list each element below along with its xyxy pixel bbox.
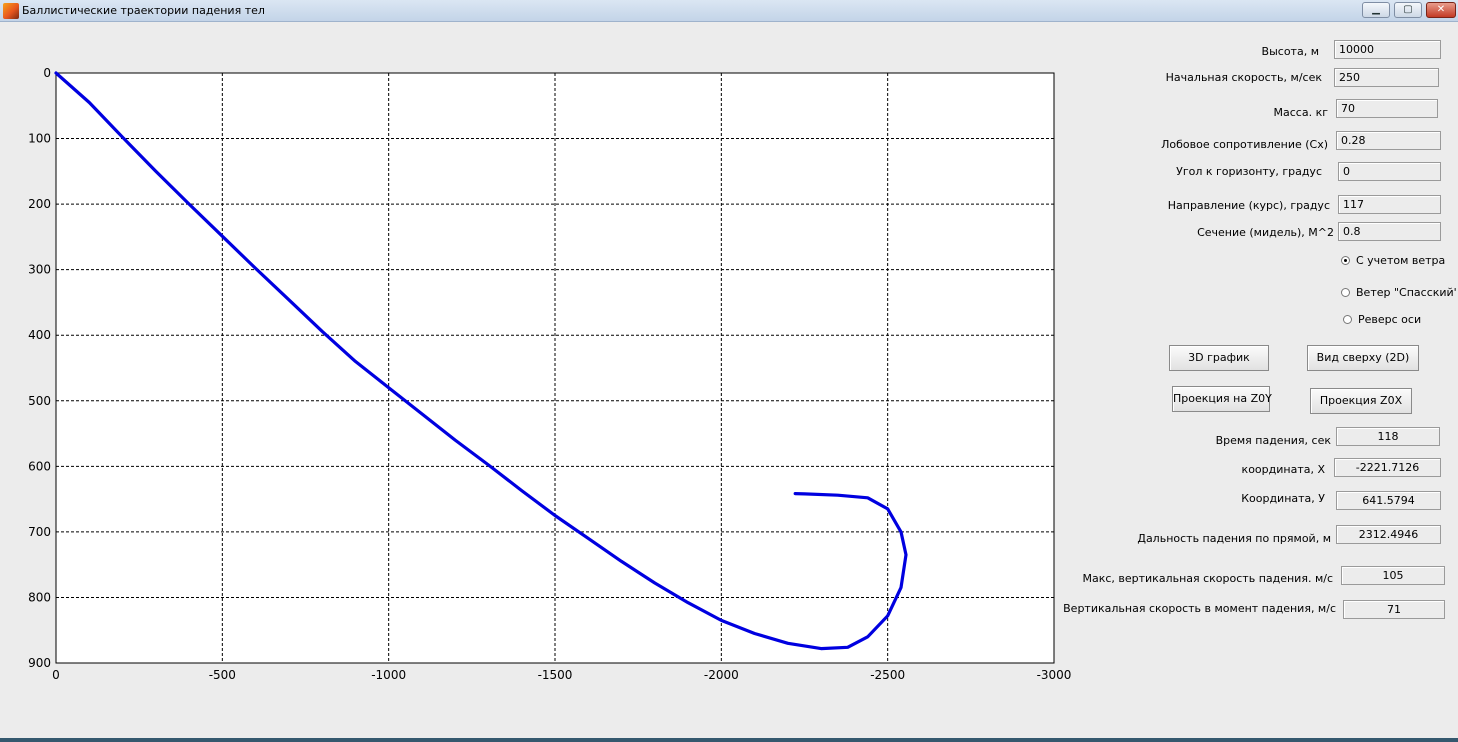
max-vertical-speed-label: Макс, вертикальная скорость падения. м/с — [1082, 572, 1333, 585]
projection-zox-button[interactable]: Проекция Z0X — [1310, 388, 1412, 414]
minimize-button[interactable]: ▁ — [1362, 2, 1390, 18]
x-tick-label: 0 — [52, 668, 60, 682]
y-tick-label: 400 — [28, 328, 51, 342]
coord-x-value: -2221.7126 — [1334, 458, 1441, 477]
coord-x-label: координата, X — [1241, 463, 1325, 476]
radio-reverse-axis-label: Реверс оси — [1358, 313, 1422, 326]
direction-field[interactable]: 117 — [1338, 195, 1441, 214]
fall-time-label: Время падения, сек — [1215, 434, 1331, 447]
y-tick-label: 100 — [28, 132, 51, 146]
fall-distance-value: 2312.4946 — [1336, 525, 1441, 544]
maximize-button[interactable]: ▢ — [1394, 2, 1422, 18]
max-vertical-speed-value: 105 — [1341, 566, 1445, 585]
y-tick-label: 0 — [43, 66, 51, 80]
close-button[interactable]: ✕ — [1426, 2, 1456, 18]
fall-time-value: 118 — [1336, 427, 1440, 446]
maximize-icon: ▢ — [1403, 4, 1413, 15]
mass-label: Масса. кг — [1273, 106, 1328, 119]
radio-wind-spassky-label: Ветер "Спасский' — [1356, 286, 1457, 299]
y-tick-label: 200 — [28, 197, 51, 211]
radio-empty-icon — [1341, 288, 1350, 297]
drag-field[interactable]: 0.28 — [1336, 131, 1441, 150]
graph-3d-button[interactable]: 3D график — [1169, 345, 1269, 371]
initial-speed-label: Начальная скорость, м/сек — [1165, 71, 1322, 84]
height-field[interactable]: 10000 — [1334, 40, 1441, 59]
matlab-icon — [3, 3, 19, 19]
section-label: Сечение (мидель), М^2 — [1197, 226, 1334, 239]
taskbar-edge — [0, 738, 1458, 742]
x-tick-label: -2000 — [704, 668, 739, 682]
top-view-button[interactable]: Вид сверху (2D) — [1307, 345, 1419, 371]
radio-empty-icon — [1343, 315, 1352, 324]
y-tick-label: 800 — [28, 590, 51, 604]
y-tick-label: 500 — [28, 394, 51, 408]
angle-field[interactable]: 0 — [1338, 162, 1441, 181]
mass-field[interactable]: 70 — [1336, 99, 1438, 118]
y-tick-label: 900 — [28, 656, 51, 670]
x-tick-label: -3000 — [1037, 668, 1072, 682]
direction-label: Направление (курс), градус — [1167, 199, 1330, 212]
radio-selected-icon — [1341, 256, 1350, 265]
impact-vertical-speed-label: Вертикальная скорость в момент падения, … — [1063, 602, 1336, 615]
impact-vertical-speed-value: 71 — [1343, 600, 1445, 619]
y-tick-label: 300 — [28, 263, 51, 277]
close-icon: ✕ — [1436, 4, 1446, 15]
minimize-icon: ▁ — [1372, 4, 1380, 15]
x-tick-label: -500 — [209, 668, 236, 682]
radio-reverse-axis[interactable]: Реверс оси — [1343, 313, 1421, 326]
coord-y-value: 641.5794 — [1336, 491, 1441, 510]
radio-wind-spassky[interactable]: Ветер "Спасский' — [1341, 286, 1457, 299]
x-tick-label: -1000 — [371, 668, 406, 682]
y-tick-label: 700 — [28, 525, 51, 539]
window-title: Баллистические траектории падения тел — [22, 4, 265, 17]
angle-label: Угол к горизонту, градус — [1176, 165, 1322, 178]
y-tick-label: 600 — [28, 459, 51, 473]
title-bar: Баллистические траектории падения тел ▁ … — [0, 0, 1458, 22]
radio-wind-label: С учетом ветра — [1356, 254, 1446, 267]
trajectory-plot: 0 -500 -1000 -1500 -2000 -2500 -3000 0 100 200 300… — [28, 66, 1072, 682]
projection-zoy-button[interactable]: Проекция на Z0Y — [1172, 386, 1272, 412]
fall-distance-label: Дальность падения по прямой, м — [1137, 532, 1331, 545]
x-tick-label: -2500 — [870, 668, 905, 682]
initial-speed-field[interactable]: 250 — [1334, 68, 1439, 87]
radio-wind[interactable]: С учетом ветра — [1341, 254, 1445, 267]
coord-y-label: Координата, У — [1241, 492, 1325, 505]
drag-label: Лобовое сопротивление (Cx) — [1161, 138, 1328, 151]
height-label: Высота, м — [1261, 45, 1319, 58]
section-field[interactable]: 0.8 — [1338, 222, 1441, 241]
x-tick-label: -1500 — [538, 668, 573, 682]
